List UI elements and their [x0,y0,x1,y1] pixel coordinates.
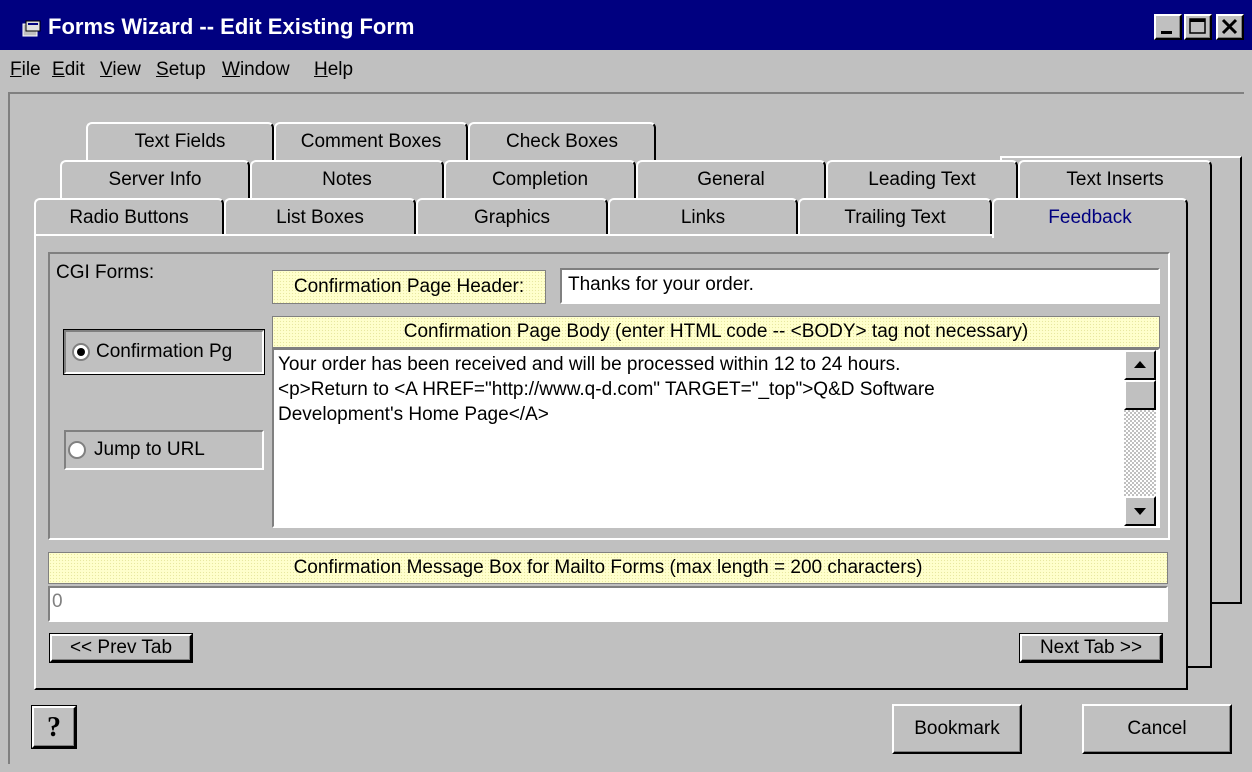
menu-view[interactable]: View [100,59,141,81]
jump-to-url-label: Jump to URL [94,439,205,460]
arrow-down-icon [1134,508,1146,515]
body-label: Confirmation Page Body (enter HTML code … [272,316,1160,348]
menu-file[interactable]: File [10,59,41,81]
app-icon[interactable] [22,20,42,38]
tab-radio-buttons[interactable]: Radio Buttons [34,198,224,236]
help-button[interactable]: ? [31,705,77,749]
close-button[interactable] [1216,14,1244,40]
tab-general[interactable]: General [636,160,826,198]
minimize-button[interactable] [1154,14,1182,40]
confirmation-pg-radio[interactable]: Confirmation Pg [63,329,265,375]
maximize-icon [1189,18,1206,34]
bookmark-button[interactable]: Bookmark [892,704,1022,754]
arrow-up-icon [1134,361,1146,368]
tab-graphics[interactable]: Graphics [416,198,608,236]
mailto-input[interactable]: 0 [48,586,1168,622]
maximize-button[interactable] [1184,14,1212,40]
tab-completion[interactable]: Completion [444,160,636,198]
tab-leading-text[interactable]: Leading Text [826,160,1018,198]
cgi-forms-label: CGI Forms: [56,262,155,283]
cgi-forms-group: CGI Forms: Confirmation Pg Jump to URL C… [48,252,1170,540]
body-text: Your order has been received and will be… [278,354,935,425]
scroll-up-button[interactable] [1124,350,1156,380]
tab-links[interactable]: Links [608,198,798,236]
minimize-icon [1161,31,1172,34]
mailto-label: Confirmation Message Box for Mailto Form… [48,552,1168,584]
tab-text-fields[interactable]: Text Fields [86,122,274,160]
body-textarea[interactable]: Your order has been received and will be… [272,348,1160,528]
body-scrollbar[interactable] [1124,350,1156,526]
title-bar: Forms Wizard -- Edit Existing Form [0,0,1252,50]
radio-dot [77,348,85,356]
prev-tab-button[interactable]: << Prev Tab [49,633,193,663]
window-title: Forms Wizard -- Edit Existing Form [48,14,415,39]
radio-circle [68,441,86,459]
tab-notes[interactable]: Notes [250,160,444,198]
tab-feedback[interactable]: Feedback [992,198,1188,238]
question-mark-icon: ? [47,712,61,743]
menu-edit[interactable]: Edit [52,59,85,81]
tab-comment-boxes[interactable]: Comment Boxes [274,122,468,160]
header-input[interactable]: Thanks for your order. [560,268,1160,304]
scroll-down-button[interactable] [1124,496,1156,526]
menu-window[interactable]: Window [222,59,290,81]
tab-list-boxes[interactable]: List Boxes [224,198,416,236]
menu-help[interactable]: Help [314,59,353,81]
jump-to-url-radio[interactable]: Jump to URL [64,430,264,470]
feedback-tab-panel: CGI Forms: Confirmation Pg Jump to URL C… [34,234,1188,690]
confirmation-pg-label: Confirmation Pg [96,341,233,362]
tab-trailing-text[interactable]: Trailing Text [798,198,992,236]
menu-setup[interactable]: Setup [156,59,206,81]
header-label: Confirmation Page Header: [272,270,546,304]
scroll-thumb[interactable] [1124,380,1156,410]
tab-text-inserts[interactable]: Text Inserts [1018,160,1212,198]
cancel-button[interactable]: Cancel [1082,704,1232,754]
close-icon [1221,18,1238,35]
panel-top-edge [36,234,994,236]
tab-server-info[interactable]: Server Info [60,160,250,198]
svg-text:?: ? [47,712,61,743]
menu-bar: File Edit View Setup Window Help [0,50,1252,90]
next-tab-button[interactable]: Next Tab >> [1019,633,1163,663]
radio-circle [72,343,90,361]
scroll-track[interactable] [1124,410,1156,496]
tab-check-boxes[interactable]: Check Boxes [468,122,656,160]
